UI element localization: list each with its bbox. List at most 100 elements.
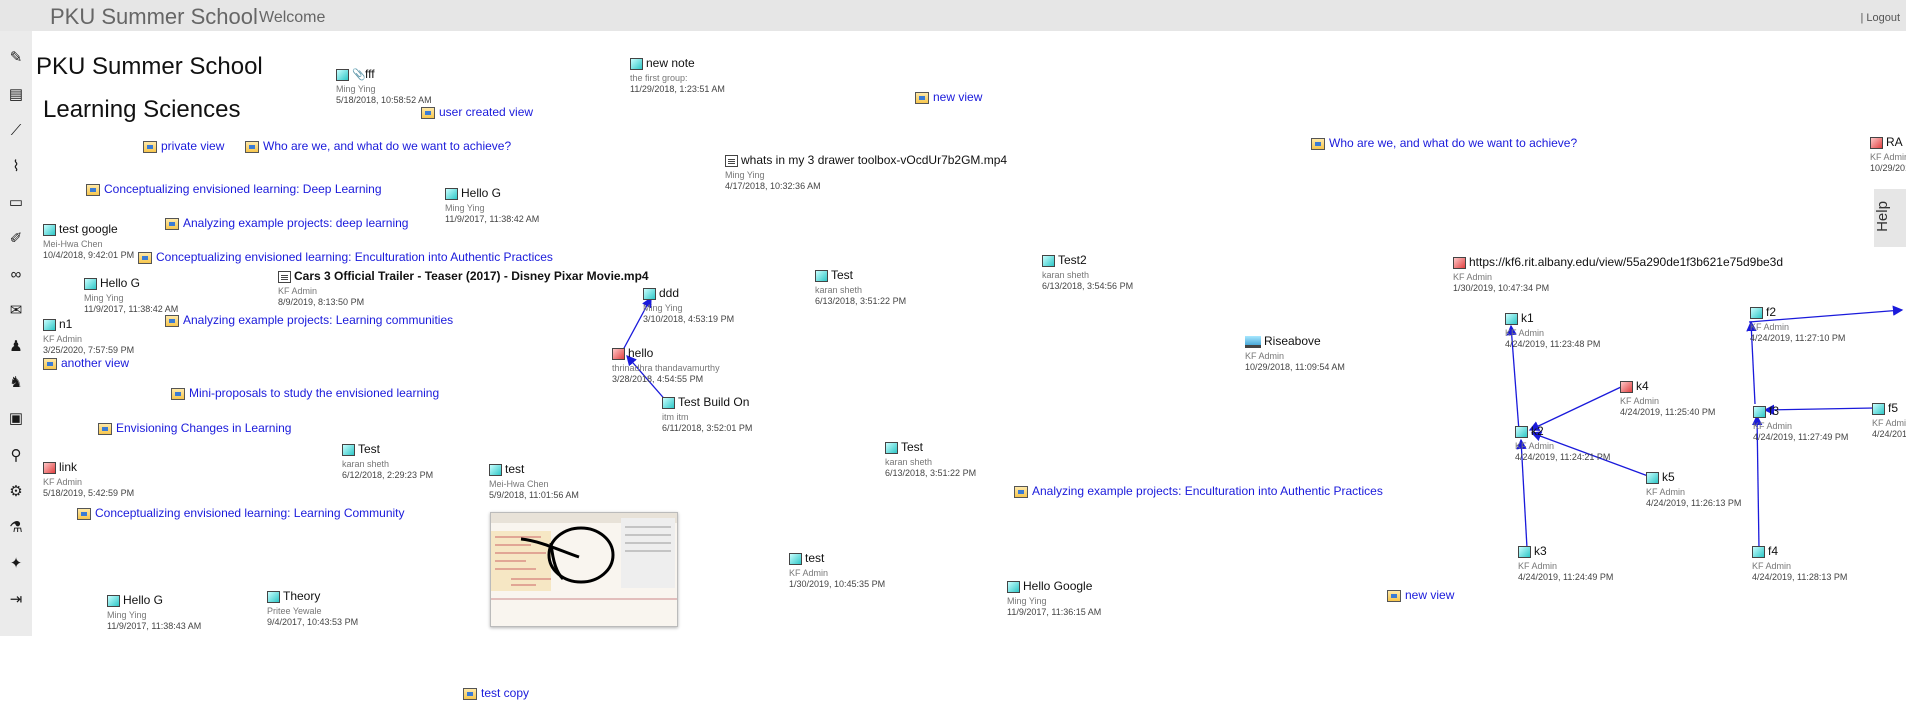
note-icon: [1515, 425, 1528, 438]
note-item[interactable]: Riseabove KF Admin 10/29/2018, 11:09:54 AM: [1245, 333, 1345, 372]
note-item[interactable]: https://kf6.rit.albany.edu/view/55a290de…: [1453, 254, 1783, 293]
note-title[interactable]: f3: [1769, 404, 1779, 419]
note-item[interactable]: k2 KF Admin 4/24/2019, 11:24:21 PM: [1515, 423, 1610, 462]
note-item[interactable]: f3 KF Admin 4/24/2019, 11:27:49 PM: [1753, 403, 1848, 442]
note-item[interactable]: Hello G Ming Ying 11/9/2017, 11:38:42 AM: [445, 185, 539, 224]
drawing-thumbnail[interactable]: [490, 512, 678, 627]
view-link[interactable]: Who are we, and what do we want to achie…: [1311, 136, 1577, 150]
note-title[interactable]: Test Build On: [678, 395, 749, 410]
note-author: KF Admin: [1515, 441, 1555, 452]
note-title[interactable]: Hello G: [123, 593, 163, 608]
note-title[interactable]: https://kf6.rit.albany.edu/view/55a290de…: [1469, 255, 1783, 270]
note-title[interactable]: Test: [358, 442, 380, 457]
note-icon: [662, 396, 675, 409]
note-item[interactable]: k1 KF Admin 4/24/2019, 11:23:48 PM: [1505, 310, 1600, 349]
note-item[interactable]: link KF Admin 5/18/2019, 5:42:59 PM: [43, 459, 134, 498]
note-item[interactable]: Theory Pritee Yewale 9/4/2017, 10:43:53 PM: [267, 588, 358, 627]
note-author: KF Admin: [789, 568, 829, 579]
note-title[interactable]: ddd: [659, 286, 679, 301]
note-title[interactable]: k3: [1534, 544, 1547, 559]
view-link[interactable]: Mini-proposals to study the envisioned l…: [171, 386, 439, 400]
note-title[interactable]: test: [505, 462, 524, 477]
note-title[interactable]: RA: [1886, 135, 1903, 150]
note-author: KF Admin: [1518, 561, 1558, 572]
note-title[interactable]: Riseabove: [1264, 334, 1321, 349]
note-title[interactable]: n1: [59, 317, 72, 332]
note-item[interactable]: f2 KF Admin 4/24/2019, 11:27:10 PM: [1750, 304, 1845, 343]
note-title[interactable]: test: [805, 551, 824, 566]
note-item[interactable]: Hello G Ming Ying 11/9/2017, 11:38:42 AM: [84, 275, 178, 314]
note-title[interactable]: Theory: [283, 589, 320, 604]
note-title[interactable]: k5: [1662, 470, 1675, 485]
note-item[interactable]: whats in my 3 drawer toolbox-vOcdUr7b2GM…: [725, 152, 1007, 191]
note-item[interactable]: f5 KF Admin4/24/2019: [1872, 400, 1906, 439]
view-link[interactable]: Conceptualizing envisioned learning: Dee…: [86, 182, 382, 196]
note-title[interactable]: Cars 3 Official Trailer - Teaser (2017) …: [294, 269, 649, 284]
note-item[interactable]: Test karan sheth 6/13/2018, 3:51:22 PM: [885, 439, 976, 478]
note-item[interactable]: new note the first group: 11/29/2018, 1:23…: [630, 55, 725, 94]
view-link[interactable]: another view: [43, 356, 129, 370]
note-title[interactable]: Hello Google: [1023, 579, 1092, 594]
note-item[interactable]: n1 KF Admin 3/25/2020, 7:57:59 PM: [43, 316, 134, 355]
view-link[interactable]: Analyzing example projects: Learning com…: [165, 313, 453, 327]
view-link[interactable]: private view: [143, 139, 224, 153]
note-item[interactable]: 📎fff Ming Ying 5/18/2018, 10:58:52 AM: [336, 66, 432, 105]
note-item[interactable]: Test2 karan sheth 6/13/2018, 3:54:56 PM: [1042, 252, 1133, 291]
note-title[interactable]: Test: [901, 440, 923, 455]
note-item[interactable]: hello thrinadhra thandavamurthy 3/28/2018,…: [612, 345, 720, 384]
note-title[interactable]: Test2: [1058, 253, 1087, 268]
view-link[interactable]: new view: [915, 90, 982, 104]
view-link-label: another view: [61, 356, 130, 370]
note-title[interactable]: k1: [1521, 311, 1534, 326]
view-link-label: Envisioning Changes in Learning: [116, 421, 292, 435]
view-link-label: Conceptualizing envisioned learning: Enc…: [156, 250, 553, 264]
note-title[interactable]: fff: [365, 67, 375, 82]
note-item[interactable]: Hello G Ming Ying 11/9/2017, 11:38:43 AM: [107, 592, 201, 631]
note-item[interactable]: test google Mei-Hwa Chen 10/4/2018, 9:42:0…: [43, 221, 134, 260]
attachment-icon: 📎: [352, 68, 366, 81]
note-item[interactable]: test Mei-Hwa Chen 5/9/2018, 11:01:56 AM: [489, 461, 579, 500]
note-title[interactable]: hello: [628, 346, 653, 361]
note-item[interactable]: k5 KF Admin 4/24/2019, 11:26:13 PM: [1646, 469, 1741, 508]
note-title[interactable]: whats in my 3 drawer toolbox-vOcdUr7b2GM…: [741, 153, 1007, 168]
view-link[interactable]: Who are we, and what do we want to achie…: [245, 139, 511, 153]
view-link[interactable]: user created view: [421, 105, 533, 119]
note-title[interactable]: k2: [1531, 424, 1544, 439]
note-author: Mei-Hwa Chen: [43, 239, 103, 250]
note-title[interactable]: k4: [1636, 379, 1649, 394]
note-item[interactable]: Test karan sheth 6/13/2018, 3:51:22 PM: [815, 267, 906, 306]
note-item[interactable]: f4 KF Admin 4/24/2019, 11:28:13 PM: [1752, 543, 1847, 582]
note-title[interactable]: test google: [59, 222, 118, 237]
note-item[interactable]: Cars 3 Official Trailer - Teaser (2017) …: [278, 268, 649, 307]
note-icon: [1518, 545, 1531, 558]
note-title[interactable]: link: [59, 460, 77, 475]
note-title[interactable]: f5: [1888, 401, 1898, 416]
view-link-label: Analyzing example projects: Learning com…: [183, 313, 454, 327]
note-item[interactable]: ddd Ming Ying 3/10/2018, 4:53:19 PM: [643, 285, 734, 324]
view-link[interactable]: Analyzing example projects: Enculturatio…: [1014, 484, 1383, 498]
note-item[interactable]: k3 KF Admin 4/24/2019, 11:24:49 PM: [1518, 543, 1613, 582]
note-title[interactable]: Hello G: [461, 186, 501, 201]
view-link[interactable]: Envisioning Changes in Learning: [98, 421, 291, 435]
note-item[interactable]: RA KF Admin10/29/2018: [1870, 134, 1906, 173]
view-link-label: test copy: [481, 686, 530, 700]
view-link[interactable]: Conceptualizing envisioned learning: Enc…: [138, 250, 553, 264]
view-link[interactable]: test copy: [463, 686, 529, 700]
note-item[interactable]: k4 KF Admin 4/24/2019, 11:25:40 PM: [1620, 378, 1715, 417]
note-date: 5/18/2018, 10:58:52 AM: [336, 94, 432, 105]
note-item[interactable]: Hello Google Ming Ying 11/9/2017, 11:36:15…: [1007, 578, 1101, 617]
view-link[interactable]: Conceptualizing envisioned learning: Lea…: [77, 506, 405, 520]
note-author: Ming Ying: [84, 293, 124, 304]
note-item[interactable]: test KF Admin 1/30/2019, 10:45:35 PM: [789, 550, 885, 589]
note-date: 6/11/2018, 3:52:01 PM: [662, 422, 753, 433]
note-item[interactable]: Test karan sheth 6/12/2018, 2:29:23 PM: [342, 441, 433, 480]
view-link[interactable]: Analyzing example projects: deep learnin…: [165, 216, 408, 230]
note-title[interactable]: Hello G: [100, 276, 140, 291]
note-title[interactable]: f2: [1766, 305, 1776, 320]
note-title[interactable]: f4: [1768, 544, 1778, 559]
note-item[interactable]: Test Build On itm itm 6/11/2018, 3:52:01 P…: [662, 394, 752, 433]
view-link[interactable]: new view: [1387, 588, 1454, 602]
note-title[interactable]: Test: [831, 268, 853, 283]
note-date: 5/9/2018, 11:01:56 AM: [489, 489, 579, 500]
note-title[interactable]: new note: [646, 56, 695, 71]
